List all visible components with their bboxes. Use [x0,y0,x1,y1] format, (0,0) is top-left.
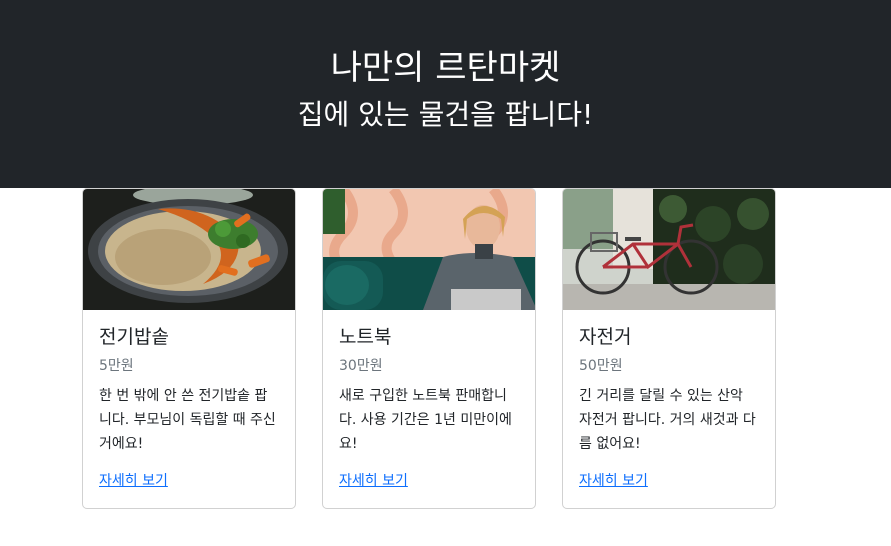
card-title: 자전거 [579,326,632,348]
laptop-person-image [323,189,535,310]
card-description: 한 번 밖에 안 쓴 전기밥솥 팝니다. 부모님이 독립할 때 주신 거에요! [99,388,276,452]
hero-banner: 나만의 르탄마켓 집에 있는 물건을 팝니다! [0,0,891,188]
card-description: 긴 거리를 달릴 수 있는 산악 자전거 팝니다. 거의 새것과 다름 없어요! [579,388,756,452]
card-price: 30만원 [339,358,383,374]
details-link[interactable]: 자세히 보기 [339,471,408,491]
details-link[interactable]: 자세히 보기 [99,471,168,491]
product-card-laptop: 노트북 30만원 새로 구입한 노트북 판매합니다. 사용 기간은 1년 미만이… [322,188,536,509]
card-body: 노트북 30만원 새로 구입한 노트북 판매합니다. 사용 기간은 1년 미만이… [339,324,519,456]
hero-title: 나만의 르탄마켓 [330,48,561,88]
card-body: 전기밥솥 5만원 한 번 밖에 안 쓴 전기밥솥 팝니다. 부모님이 독립할 때… [99,324,279,456]
card-title: 전기밥솥 [99,326,169,348]
hero-subtitle: 집에 있는 물건을 팝니다! [297,98,594,131]
card-price: 5만원 [99,358,134,374]
card-price: 50만원 [579,358,623,374]
bicycle-image [563,189,775,310]
card-body: 자전거 50만원 긴 거리를 달릴 수 있는 산악 자전거 팝니다. 거의 새것… [579,324,759,456]
card-description: 새로 구입한 노트북 판매합니다. 사용 기간은 1년 미만이에요! [339,388,512,452]
product-card-rice-cooker: 전기밥솥 5만원 한 번 밖에 안 쓴 전기밥솥 팝니다. 부모님이 독립할 때… [82,188,296,509]
card-title: 노트북 [339,326,392,348]
product-card-bicycle: 자전거 50만원 긴 거리를 달릴 수 있는 산악 자전거 팝니다. 거의 새것… [562,188,776,509]
rice-food-image [83,189,295,310]
details-link[interactable]: 자세히 보기 [579,471,648,491]
